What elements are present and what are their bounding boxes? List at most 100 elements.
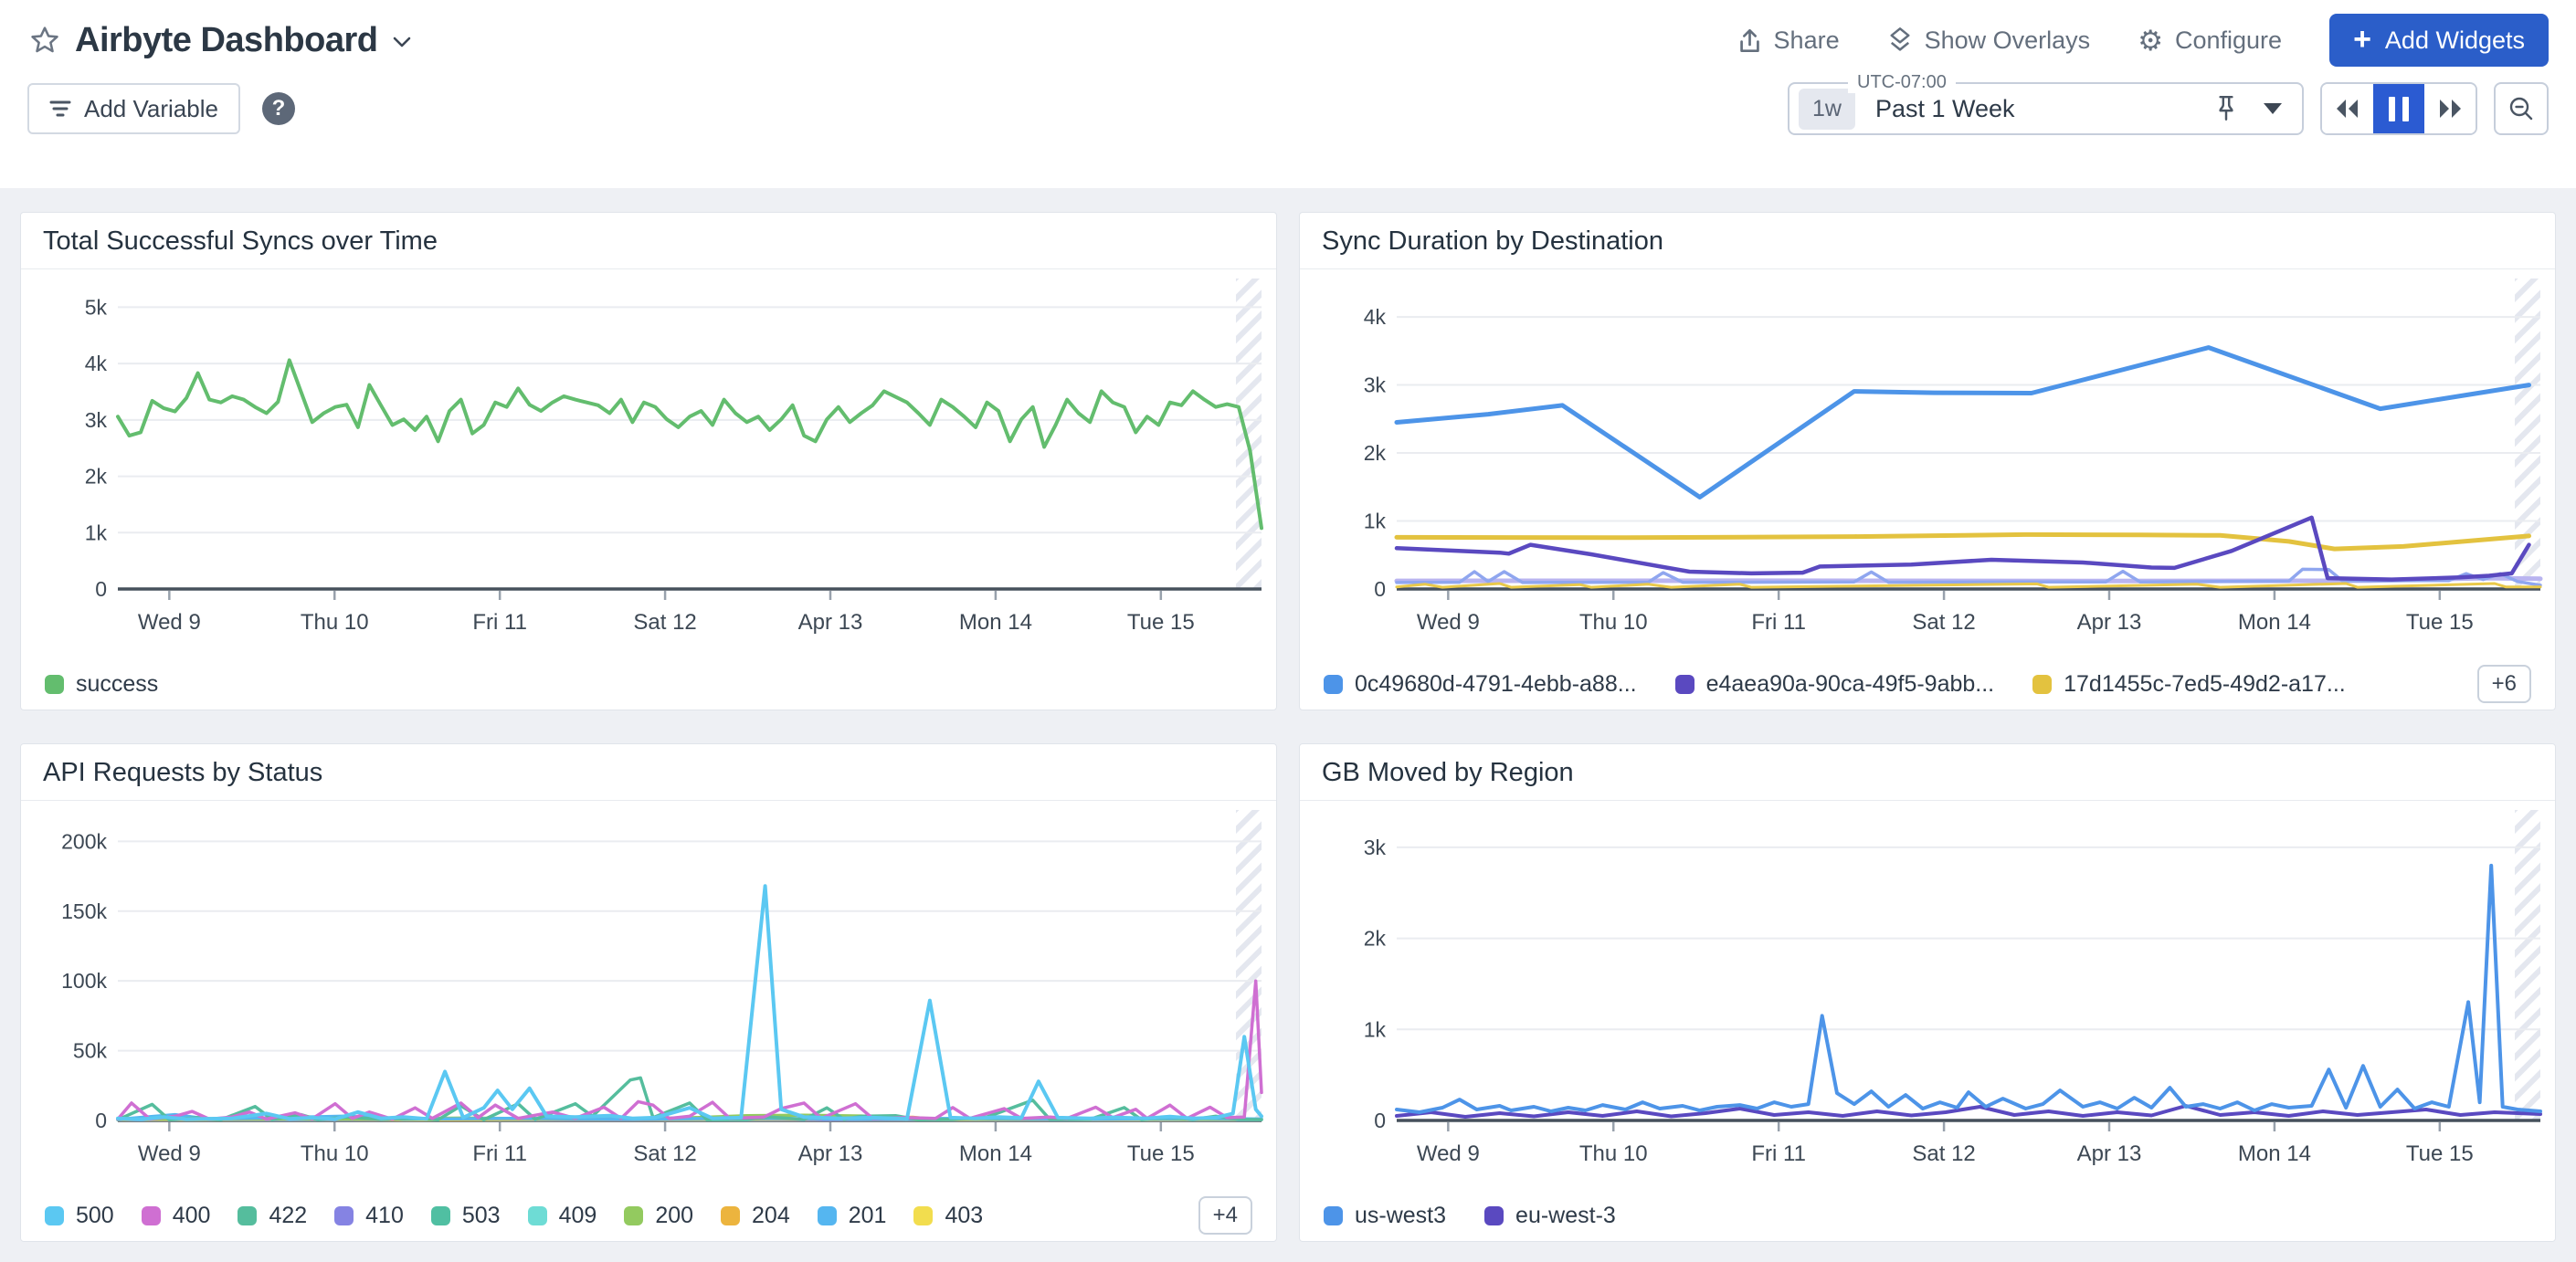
legend-swatch bbox=[913, 1206, 933, 1225]
svg-text:Fri 11: Fri 11 bbox=[472, 1141, 527, 1166]
time-backward-button[interactable] bbox=[2322, 84, 2373, 133]
widget-title: Total Successful Syncs over Time bbox=[21, 213, 1276, 269]
time-pause-button[interactable] bbox=[2373, 84, 2424, 133]
legend-item-500[interactable]: 500 bbox=[45, 1203, 114, 1229]
svg-text:200k: 200k bbox=[61, 829, 107, 853]
svg-text:150k: 150k bbox=[61, 899, 107, 923]
picker-icons bbox=[2214, 94, 2282, 123]
show-overlays-button[interactable]: Show Overlays bbox=[1887, 26, 2091, 55]
legend-swatch bbox=[818, 1206, 837, 1225]
zoom-out-button[interactable] bbox=[2494, 82, 2549, 135]
legend-item-422[interactable]: 422 bbox=[238, 1203, 307, 1229]
chart-canvas[interactable]: 01k2k3k4k5kWed 9Thu 10Fri 11Sat 12Apr 13… bbox=[21, 269, 1276, 658]
legend-item-eu-west-3[interactable]: eu-west-3 bbox=[1484, 1203, 1616, 1229]
chart-sync-duration[interactable]: 01k2k3k4kWed 9Thu 10Fri 11Sat 12Apr 13Mo… bbox=[1300, 269, 2555, 658]
legend-item-410[interactable]: 410 bbox=[334, 1203, 404, 1229]
legend-swatch bbox=[1324, 675, 1343, 694]
legend-swatch bbox=[1675, 675, 1694, 694]
svg-text:Mon 14: Mon 14 bbox=[2238, 1141, 2311, 1166]
legend-item-400[interactable]: 400 bbox=[142, 1203, 211, 1229]
series-us-west3 bbox=[1397, 866, 2540, 1112]
pause-icon bbox=[2389, 97, 2409, 121]
svg-text:Tue 15: Tue 15 bbox=[1127, 610, 1195, 635]
pin-icon[interactable] bbox=[2214, 94, 2238, 123]
toolbar-row: Add Variable ? UTC-07:00 1w Past 1 Week bbox=[27, 82, 2549, 135]
share-button[interactable]: Share bbox=[1737, 26, 1840, 55]
add-variable-button[interactable]: Add Variable bbox=[27, 83, 240, 134]
svg-text:Tue 15: Tue 15 bbox=[1127, 1141, 1195, 1166]
svg-text:0: 0 bbox=[95, 1109, 107, 1132]
svg-text:Apr 13: Apr 13 bbox=[2077, 1141, 2142, 1166]
legend-item-204[interactable]: 204 bbox=[721, 1203, 790, 1229]
overlays-icon bbox=[1887, 26, 1913, 54]
svg-text:1k: 1k bbox=[85, 521, 108, 544]
svg-text:2k: 2k bbox=[1364, 927, 1387, 951]
legend-item-403[interactable]: 403 bbox=[913, 1203, 983, 1229]
show-overlays-label: Show Overlays bbox=[1925, 26, 2091, 55]
legend-item-0c49680d-4791-4ebb-a88-[interactable]: 0c49680d-4791-4ebb-a88... bbox=[1324, 671, 1637, 698]
legend-swatch bbox=[528, 1206, 547, 1225]
svg-text:5k: 5k bbox=[85, 295, 108, 319]
configure-button[interactable]: ⚙ Configure bbox=[2138, 26, 2282, 55]
legend-item-503[interactable]: 503 bbox=[431, 1203, 501, 1229]
time-range-label: Past 1 Week bbox=[1875, 95, 2015, 123]
widget-total-successful-syncs: Total Successful Syncs over Time 01k2k3k… bbox=[20, 212, 1277, 710]
svg-text:Mon 14: Mon 14 bbox=[2238, 610, 2311, 635]
legend-swatch bbox=[1324, 1206, 1343, 1225]
legend-swatch bbox=[1484, 1206, 1504, 1225]
time-forward-button[interactable] bbox=[2424, 84, 2476, 133]
svg-text:2k: 2k bbox=[1364, 441, 1387, 465]
title-menu-button[interactable] bbox=[392, 36, 412, 53]
time-range-chip[interactable]: 1w bbox=[1799, 89, 1855, 130]
svg-text:Sat 12: Sat 12 bbox=[1912, 1141, 1975, 1166]
series-17d1455c-7ed5-49d2-a17 bbox=[1397, 534, 2529, 549]
legend-item-success[interactable]: success bbox=[45, 671, 158, 698]
svg-text:50k: 50k bbox=[73, 1039, 108, 1063]
chart-total-successful-syncs[interactable]: 01k2k3k4k5kWed 9Thu 10Fri 11Sat 12Apr 13… bbox=[21, 269, 1276, 658]
legend-label: 201 bbox=[849, 1203, 887, 1229]
title-row: Airbyte Dashboard Share Show Overlays bbox=[27, 0, 2549, 60]
legend-swatch bbox=[45, 1206, 64, 1225]
chart-gb-moved[interactable]: 01k2k3kWed 9Thu 10Fri 11Sat 12Apr 13Mon … bbox=[1300, 801, 2555, 1190]
legend-item-409[interactable]: 409 bbox=[528, 1203, 597, 1229]
legend-item-17d1455c-7ed5-49d2-a17-[interactable]: 17d1455c-7ed5-49d2-a17... bbox=[2032, 671, 2346, 698]
share-icon bbox=[1737, 27, 1762, 54]
help-icon[interactable]: ? bbox=[262, 92, 295, 125]
add-variable-label: Add Variable bbox=[84, 95, 218, 123]
add-widgets-button[interactable]: + Add Widgets bbox=[2329, 14, 2549, 67]
svg-text:4k: 4k bbox=[1364, 305, 1387, 329]
filter-icon bbox=[49, 100, 71, 118]
widget-title: Sync Duration by Destination bbox=[1300, 213, 2555, 269]
legend-more-button[interactable]: +6 bbox=[2477, 665, 2531, 703]
widget-sync-duration: Sync Duration by Destination 01k2k3k4kWe… bbox=[1299, 212, 2556, 710]
widget-grid: Total Successful Syncs over Time 01k2k3k… bbox=[0, 188, 2576, 1262]
chart-api-requests[interactable]: 050k100k150k200kWed 9Thu 10Fri 11Sat 12A… bbox=[21, 801, 1276, 1190]
legend-label: 409 bbox=[559, 1203, 597, 1229]
svg-text:Thu 10: Thu 10 bbox=[301, 610, 369, 635]
chevron-down-icon bbox=[392, 36, 412, 48]
caret-down-icon[interactable] bbox=[2264, 103, 2282, 114]
svg-text:Wed 9: Wed 9 bbox=[138, 610, 201, 635]
legend-swatch bbox=[45, 675, 64, 694]
legend: success bbox=[21, 658, 1276, 710]
svg-text:Mon 14: Mon 14 bbox=[959, 610, 1032, 635]
zoom-out-icon bbox=[2507, 95, 2535, 122]
legend-item-e4aea90a-90ca-49f5-9abb-[interactable]: e4aea90a-90ca-49f5-9abb... bbox=[1675, 671, 1995, 698]
legend-more-button[interactable]: +4 bbox=[1198, 1196, 1252, 1235]
chart-canvas[interactable]: 050k100k150k200kWed 9Thu 10Fri 11Sat 12A… bbox=[21, 801, 1276, 1190]
page-title: Airbyte Dashboard bbox=[75, 21, 377, 60]
legend-label: 500 bbox=[76, 1203, 114, 1229]
chart-canvas[interactable]: 01k2k3k4kWed 9Thu 10Fri 11Sat 12Apr 13Mo… bbox=[1300, 269, 2555, 658]
legend-swatch bbox=[431, 1206, 450, 1225]
legend-item-us-west3[interactable]: us-west3 bbox=[1324, 1203, 1446, 1229]
gear-icon: ⚙ bbox=[2138, 26, 2163, 55]
plus-icon: + bbox=[2353, 24, 2371, 55]
legend-item-201[interactable]: 201 bbox=[818, 1203, 887, 1229]
legend-item-200[interactable]: 200 bbox=[624, 1203, 693, 1229]
legend-swatch bbox=[238, 1206, 257, 1225]
time-range-picker[interactable]: UTC-07:00 1w Past 1 Week bbox=[1788, 82, 2304, 135]
favorite-star-button[interactable] bbox=[27, 23, 62, 58]
svg-text:4k: 4k bbox=[85, 352, 108, 375]
chart-canvas[interactable]: 01k2k3kWed 9Thu 10Fri 11Sat 12Apr 13Mon … bbox=[1300, 801, 2555, 1190]
header-actions: Share Show Overlays ⚙ Configure + Add Wi… bbox=[1737, 14, 2549, 67]
